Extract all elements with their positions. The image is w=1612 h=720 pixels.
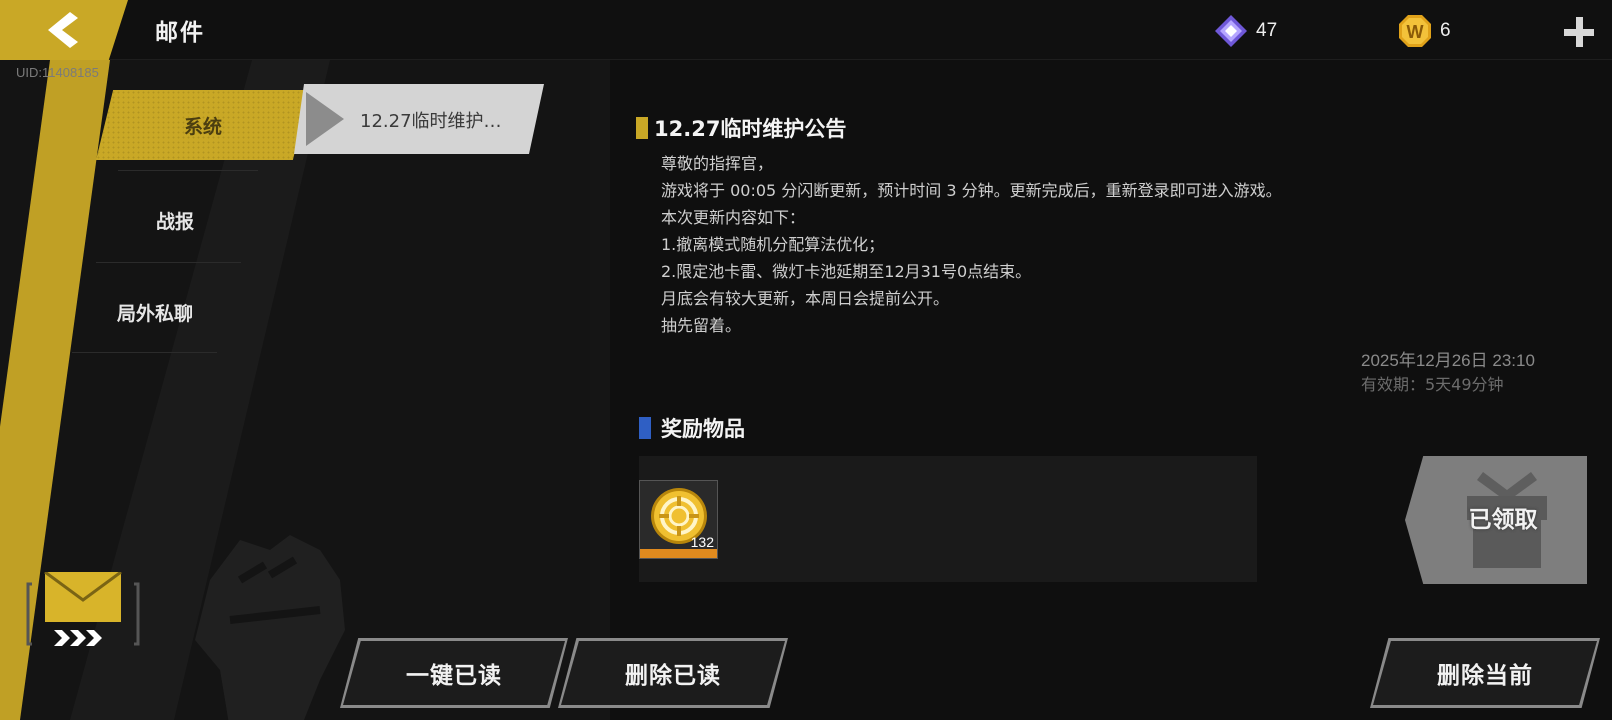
mail-body-line: 1.撤离模式随机分配算法优化； [661, 235, 885, 254]
coin-count: 6 [1440, 20, 1451, 41]
delete-read-label: 删除已读 [625, 663, 721, 689]
reward-quantity: 132 [690, 534, 714, 550]
back-button[interactable] [0, 0, 128, 60]
mail-date: 2025年12月26日 23:10 [1361, 351, 1535, 370]
reward-item[interactable]: 132 [639, 480, 718, 559]
tab-system-label: 系统 [183, 115, 222, 138]
tab-private-chat[interactable]: 局外私聊 [90, 282, 220, 342]
back-arrow-icon [48, 12, 78, 48]
mail-body: 尊敬的指挥官， 游戏将于 00:05 分闪断更新，预计时间 3 分钟。更新完成后… [661, 150, 1561, 339]
page-title: 邮件 [155, 20, 205, 46]
claimed-status: 已领取 [1405, 456, 1587, 584]
uid-label: UID:11408185 [16, 65, 99, 80]
add-currency-button[interactable] [1564, 17, 1594, 47]
mail-body-line: 抽先留着。 [661, 316, 742, 335]
delete-current-label: 删除当前 [1437, 663, 1533, 689]
mail-list-item-title: 12.27临时维护… [360, 111, 502, 132]
w-coin-icon: W [1399, 15, 1431, 47]
title-marker [636, 117, 648, 139]
tab-divider [72, 352, 217, 353]
mail-body-line: 月底会有较大更新，本周日会提前公开。 [661, 289, 950, 308]
panel-separator [590, 60, 610, 720]
mark-all-read-button[interactable]: 一键已读 [340, 638, 568, 708]
claimed-label: 已领取 [1468, 507, 1538, 533]
tab-private-chat-label: 局外私聊 [116, 302, 193, 325]
reward-title: 奖励物品 [661, 417, 745, 441]
delete-current-button[interactable]: 删除当前 [1370, 638, 1600, 708]
tab-battle-report[interactable]: 战报 [110, 190, 240, 250]
mark-all-read-label: 一键已读 [406, 663, 502, 689]
selected-arrow-icon [306, 92, 344, 146]
tab-system[interactable]: 系统 [96, 90, 310, 160]
mail-body-line: 2.限定池卡雷、微灯卡池延期至12月31号0点结束。 [661, 262, 1032, 281]
tab-divider [118, 170, 258, 171]
mail-expiry: 有效期：5天49分钟 [1361, 375, 1504, 394]
coin-currency: W 6 [1398, 14, 1451, 48]
rarity-bar [640, 549, 717, 558]
mail-envelope-icon [26, 572, 140, 646]
reward-list [639, 456, 1257, 582]
gem-count: 47 [1256, 20, 1278, 41]
mail-body-line: 尊敬的指挥官， [661, 154, 774, 173]
mail-list-item[interactable]: 12.27临时维护… [294, 84, 544, 154]
mail-body-line: 本次更新内容如下： [661, 208, 806, 227]
tab-battle-report-label: 战报 [155, 210, 194, 233]
reward-title-marker [639, 417, 651, 439]
mail-title: 12.27临时维护公告 [654, 117, 847, 141]
top-bar: 邮件 47 W 6 [0, 0, 1612, 60]
gem-icon [1215, 15, 1247, 47]
gem-currency: 47 [1214, 14, 1277, 48]
delete-read-button[interactable]: 删除已读 [558, 638, 788, 708]
mail-body-line: 游戏将于 00:05 分闪断更新，预计时间 3 分钟。更新完成后，重新登录即可进… [661, 181, 1282, 200]
tab-divider [96, 262, 241, 263]
svg-text:W: W [1407, 22, 1424, 42]
